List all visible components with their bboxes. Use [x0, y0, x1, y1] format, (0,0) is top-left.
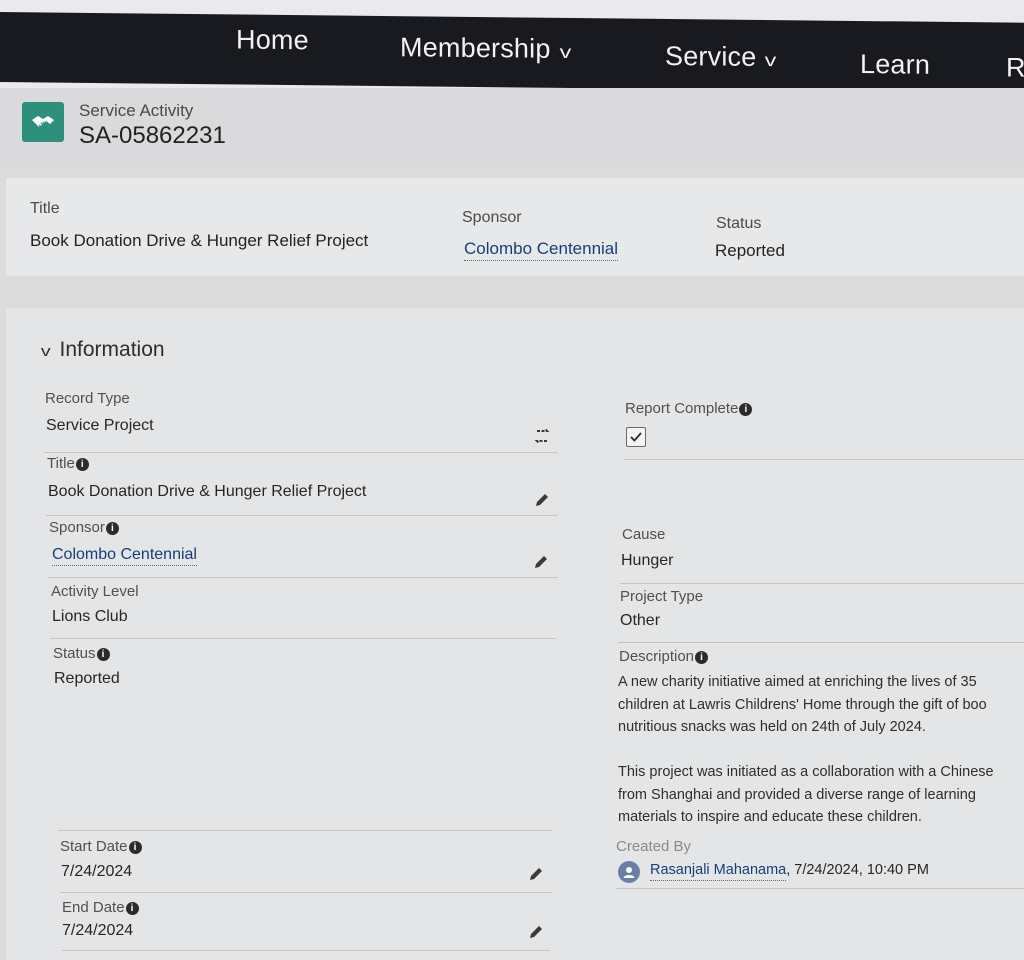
field-divider	[46, 515, 558, 516]
report-complete-checkbox[interactable]	[626, 427, 646, 447]
field-divider	[50, 638, 556, 639]
record-id: SA-05862231	[79, 122, 226, 149]
chevron-down-icon: v	[765, 50, 778, 71]
field-divider	[616, 888, 1024, 889]
end-date-label: End Date i	[62, 899, 139, 916]
cause-value: Hunger	[621, 552, 674, 569]
project-type-value: Other	[620, 612, 661, 629]
object-type-label: Service Activity	[79, 101, 194, 120]
title-label: Title i	[47, 455, 89, 472]
field-divider	[624, 459, 1024, 460]
created-by-timestamp: , 7/24/2024, 10:40 PM	[786, 862, 929, 878]
info-icon[interactable]: i	[125, 902, 139, 915]
highlight-sponsor-value[interactable]: Colombo Centennial	[464, 239, 619, 261]
info-icon[interactable]: i	[75, 458, 89, 471]
highlight-title-label: Title	[30, 200, 60, 217]
chevron-down-icon: v	[40, 343, 51, 360]
nav-r-truncated[interactable]: R	[1006, 53, 1024, 84]
pencil-icon[interactable]	[533, 554, 549, 570]
highlight-title-value: Book Donation Drive & Hunger Relief Proj…	[30, 231, 369, 250]
sponsor-label: Sponsor i	[49, 519, 119, 536]
section-title: Information	[59, 338, 165, 361]
end-date-label-text: End Date	[62, 899, 125, 916]
created-by-label: Created By	[616, 838, 692, 855]
details-panel: v Information Record Type Service Project…	[6, 308, 1024, 960]
section-information-toggle[interactable]: v Information	[40, 338, 165, 362]
field-divider	[44, 452, 558, 453]
user-avatar-icon	[618, 861, 640, 883]
status-value: Reported	[54, 670, 120, 687]
start-date-value: 7/24/2024	[61, 863, 133, 880]
description-line: This project was initiated as a collabor…	[618, 764, 994, 780]
status-label-text: Status	[53, 645, 96, 662]
pencil-icon[interactable]	[534, 492, 550, 508]
title-value: Book Donation Drive & Hunger Relief Proj…	[48, 483, 367, 500]
end-date-value: 7/24/2024	[62, 922, 134, 939]
field-divider	[48, 577, 558, 578]
cause-label: Cause	[622, 526, 666, 543]
record-header: Service Activity SA-05862231	[0, 88, 1024, 168]
description-line: materials to inspire and educate these c…	[618, 809, 922, 825]
description-value: A new charity initiative aimed at enrich…	[618, 671, 994, 829]
activity-level-value: Lions Club	[52, 608, 128, 625]
info-icon[interactable]: i	[128, 841, 142, 854]
description-line: nutritious snacks was held on 24th of Ju…	[618, 719, 926, 735]
nav-learn-label: Learn	[860, 49, 931, 80]
description-line: from Shanghai and provided a diverse ran…	[618, 786, 976, 803]
nav-membership-label: Membership	[400, 32, 551, 64]
title-label-text: Title	[47, 455, 75, 472]
created-by-value: Rasanjali Mahanama, 7/24/2024, 10:40 PM	[650, 862, 929, 881]
handshake-icon	[22, 102, 64, 142]
nav-home-label: Home	[236, 24, 309, 56]
description-line	[618, 739, 994, 762]
nav-strip: Home Membership v Service v Learn R	[0, 12, 1024, 93]
report-complete-label-text: Report Complete	[625, 400, 739, 417]
record-type-label: Record Type	[45, 390, 130, 407]
highlight-sponsor-link[interactable]: Colombo Centennial	[464, 239, 619, 261]
top-nav-bar: Home Membership v Service v Learn R	[0, 0, 1024, 93]
pencil-icon[interactable]	[528, 924, 544, 940]
start-date-label-text: Start Date	[60, 838, 128, 855]
nav-r-label: R	[1006, 52, 1024, 83]
activity-level-label: Activity Level	[51, 583, 139, 600]
start-date-label: Start Date i	[60, 838, 142, 855]
highlight-status-value: Reported	[715, 241, 785, 260]
sponsor-value[interactable]: Colombo Centennial	[52, 546, 197, 566]
info-icon[interactable]: i	[105, 522, 119, 535]
field-divider	[618, 642, 1024, 643]
nav-home[interactable]: Home	[236, 24, 309, 56]
info-icon[interactable]: i	[695, 651, 709, 664]
description-label-text: Description	[619, 648, 695, 665]
checkbox-checked-icon	[630, 432, 642, 442]
nav-learn[interactable]: Learn	[860, 49, 930, 81]
description-label: Description i	[619, 648, 709, 665]
field-divider	[58, 830, 552, 831]
sponsor-label-text: Sponsor	[49, 519, 105, 536]
created-by-user-link[interactable]: Rasanjali Mahanama	[650, 862, 787, 881]
record-type-value: Service Project	[46, 417, 154, 434]
project-type-label: Project Type	[620, 588, 704, 605]
description-line: A new charity initiative aimed at enrich…	[618, 674, 977, 690]
status-label: Status i	[53, 645, 110, 662]
field-divider	[620, 583, 1024, 584]
pencil-icon[interactable]	[528, 866, 544, 882]
report-complete-label: Report Complete i	[625, 400, 753, 417]
highlight-sponsor-label: Sponsor	[462, 209, 522, 226]
field-divider	[60, 892, 552, 893]
nav-service-label: Service	[665, 40, 757, 72]
field-divider	[62, 950, 550, 951]
info-icon[interactable]: i	[739, 403, 753, 416]
nav-membership[interactable]: Membership v	[400, 32, 572, 65]
highlights-panel: Title Book Donation Drive & Hunger Relie…	[6, 178, 1024, 276]
highlight-status-label: Status	[716, 215, 762, 232]
info-icon[interactable]: i	[96, 648, 110, 661]
nav-service[interactable]: Service v	[665, 40, 778, 73]
description-line: children at Lawris Childrens' Home throu…	[618, 696, 987, 713]
sponsor-link[interactable]: Colombo Centennial	[52, 546, 197, 566]
change-record-type-icon[interactable]	[534, 428, 550, 444]
chevron-down-icon: v	[559, 41, 572, 62]
